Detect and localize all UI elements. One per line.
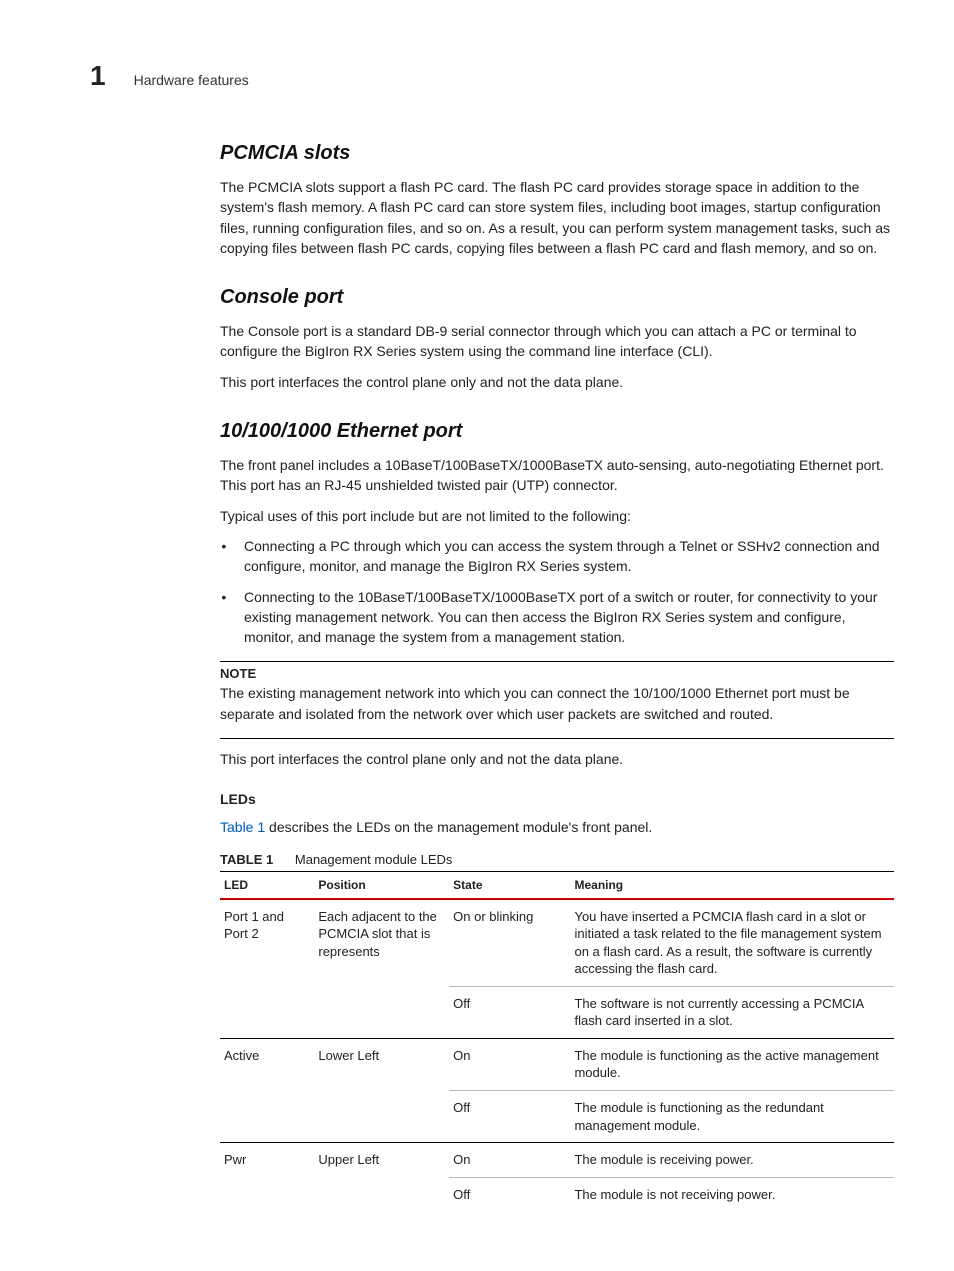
- divider: [220, 738, 894, 739]
- paragraph: The front panel includes a 10BaseT/100Ba…: [220, 455, 894, 496]
- cell-led: Port 1 and Port 2: [220, 899, 314, 1039]
- paragraph: The Console port is a standard DB-9 seri…: [220, 321, 894, 362]
- cell-state: On: [449, 1038, 570, 1090]
- cell-meaning: The module is functioning as the redunda…: [570, 1091, 894, 1143]
- cell-meaning: The module is receiving power.: [570, 1143, 894, 1178]
- cell-state: On or blinking: [449, 899, 570, 987]
- table-caption-title: Management module LEDs: [295, 852, 453, 867]
- paragraph: Table 1 describes the LEDs on the manage…: [220, 817, 894, 837]
- page-body: PCMCIA slots The PCMCIA slots support a …: [220, 142, 894, 1211]
- breadcrumb: Hardware features: [134, 72, 249, 88]
- th-led: LED: [220, 871, 314, 899]
- cell-meaning: The module is not receiving power.: [570, 1177, 894, 1211]
- cell-state: Off: [449, 986, 570, 1038]
- heading-leds: LEDs: [220, 791, 894, 807]
- cell-meaning: You have inserted a PCMCIA flash card in…: [570, 899, 894, 987]
- table-row: Pwr Upper Left On The module is receivin…: [220, 1143, 894, 1178]
- paragraph: This port interfaces the control plane o…: [220, 372, 894, 392]
- table-header-row: LED Position State Meaning: [220, 871, 894, 899]
- th-state: State: [449, 871, 570, 899]
- cell-meaning: The module is functioning as the active …: [570, 1038, 894, 1090]
- cell-state: Off: [449, 1177, 570, 1211]
- table-caption-label: TABLE 1: [220, 852, 273, 867]
- paragraph: This port interfaces the control plane o…: [220, 749, 894, 769]
- list-item: Connecting to the 10BaseT/100BaseTX/1000…: [238, 587, 894, 648]
- th-meaning: Meaning: [570, 871, 894, 899]
- table-caption: TABLE 1 Management module LEDs: [220, 852, 894, 867]
- paragraph: Typical uses of this port include but ar…: [220, 506, 894, 526]
- cell-position: Each adjacent to the PCMCIA slot that is…: [314, 899, 449, 1039]
- heading-ethernet-port: 10/100/1000 Ethernet port: [220, 420, 894, 443]
- heading-console-port: Console port: [220, 286, 894, 309]
- page: 1 Hardware features PCMCIA slots The PCM…: [0, 0, 954, 1271]
- cell-position: Upper Left: [314, 1143, 449, 1212]
- bullet-list: Connecting a PC through which you can ac…: [238, 536, 894, 647]
- cell-led: Pwr: [220, 1143, 314, 1212]
- table-row: Active Lower Left On The module is funct…: [220, 1038, 894, 1090]
- divider: [220, 661, 894, 662]
- cell-state: Off: [449, 1091, 570, 1143]
- note-heading: NOTE: [220, 666, 894, 681]
- paragraph: The PCMCIA slots support a flash PC card…: [220, 177, 894, 258]
- cell-led: Active: [220, 1038, 314, 1142]
- table-row: Port 1 and Port 2 Each adjacent to the P…: [220, 899, 894, 987]
- management-leds-table: LED Position State Meaning Port 1 and Po…: [220, 871, 894, 1212]
- chapter-number: 1: [90, 60, 106, 92]
- page-header: 1 Hardware features: [90, 60, 894, 92]
- cell-position: Lower Left: [314, 1038, 449, 1142]
- table-xref-link[interactable]: Table 1: [220, 819, 265, 835]
- list-item: Connecting a PC through which you can ac…: [238, 536, 894, 577]
- heading-pcmcia-slots: PCMCIA slots: [220, 142, 894, 165]
- cell-meaning: The software is not currently accessing …: [570, 986, 894, 1038]
- cell-state: On: [449, 1143, 570, 1178]
- note-body: The existing management network into whi…: [220, 683, 894, 724]
- th-position: Position: [314, 871, 449, 899]
- text: describes the LEDs on the management mod…: [265, 819, 652, 835]
